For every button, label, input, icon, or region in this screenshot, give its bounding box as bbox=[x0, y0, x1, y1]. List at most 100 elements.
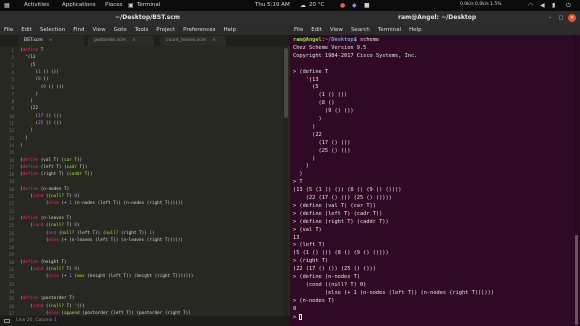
editor-menu-find[interactable]: Find bbox=[73, 27, 84, 33]
line-number: 27 bbox=[8, 237, 14, 243]
editor-titlebar[interactable]: ~/Desktop/BST.scm bbox=[0, 11, 290, 25]
line-number: 24 bbox=[8, 215, 14, 221]
line-number: 23 bbox=[8, 208, 14, 214]
terminal-menu-search[interactable]: Search bbox=[351, 27, 370, 33]
places-menu[interactable]: Places bbox=[105, 2, 123, 8]
code-line: (9 () ()) bbox=[20, 84, 64, 90]
panel-toggle-icon[interactable] bbox=[4, 318, 10, 323]
terminal-menu-edit[interactable]: Edit bbox=[311, 27, 322, 33]
line-number: 36 bbox=[8, 303, 14, 309]
code-line: (22 bbox=[20, 106, 39, 112]
editor-scroll-thumb[interactable] bbox=[283, 48, 288, 118]
terminal-line: (22 bbox=[293, 131, 322, 138]
line-number: 1 bbox=[11, 48, 14, 53]
tab-close-icon[interactable]: × bbox=[212, 38, 216, 43]
maximize-icon[interactable]: □ bbox=[557, 14, 565, 22]
terminal-titlebar[interactable]: ram@Angel: ~/Desktop – □ × bbox=[290, 11, 580, 25]
terminal-output[interactable]: ram@Angel:~/Desktop$ scheme Chez Scheme V… bbox=[290, 35, 573, 326]
editor-menu-preferences[interactable]: Preferences bbox=[183, 27, 215, 33]
line-number: 28 bbox=[8, 245, 14, 251]
terminal-window: ram@Angel: ~/Desktop – □ × File Edit View S… bbox=[290, 11, 580, 326]
line-number: 5 bbox=[11, 77, 14, 83]
terminal-line: ) bbox=[293, 155, 316, 162]
line-number: 6 bbox=[11, 84, 14, 90]
code-line: (cond ((null? T) 0) bbox=[20, 194, 80, 199]
terminal-title: ram@Angel: ~/Desktop bbox=[398, 14, 477, 21]
terminal-line: (cond ((null? T) 0) bbox=[293, 281, 367, 288]
code-line: (else (+ 1 (max (height (left T)) (heigh… bbox=[20, 274, 194, 280]
editor-tab[interactable]: postorder.scm × bbox=[88, 36, 154, 46]
clock[interactable]: Thu 5:19 AM bbox=[255, 2, 290, 8]
line-number: 4 bbox=[11, 69, 14, 75]
chrome-icon[interactable]: ● bbox=[340, 2, 345, 9]
editor-menu-file[interactable]: File bbox=[4, 27, 13, 33]
terminal-scroll-thumb[interactable] bbox=[575, 235, 578, 325]
line-number: 11 bbox=[8, 121, 14, 126]
terminal-line: ) bbox=[293, 163, 309, 170]
tray-icon[interactable]: ■ bbox=[364, 2, 370, 9]
editor-menu-goto[interactable]: Goto bbox=[114, 27, 127, 33]
terminal-line: (5 (1 () ()) (8 () (9 () ()))) bbox=[293, 250, 389, 257]
line-number: 2 bbox=[11, 55, 14, 61]
terminal-line: (9 () ()) bbox=[293, 108, 354, 115]
line-number: 17 bbox=[8, 164, 14, 170]
code-line: (8 () bbox=[20, 77, 49, 83]
temperature[interactable]: 20 °C bbox=[309, 2, 324, 8]
editor-tabbar: BST.scm × postorder.scm × count_leaves.scm × bbox=[0, 35, 290, 46]
line-number: 29 bbox=[8, 252, 14, 258]
line-number: 14 bbox=[8, 142, 14, 148]
code-line: (define (postorder T) bbox=[20, 296, 75, 302]
line-number: 13 bbox=[8, 135, 14, 141]
volume-icon[interactable]: ◀ bbox=[540, 2, 545, 9]
terminal-menubar: File Edit View Search Terminal Help bbox=[290, 25, 580, 35]
terminal-line: ) bbox=[293, 123, 316, 130]
editor-tab[interactable]: BST.scm × bbox=[18, 36, 84, 46]
terminal-menu-file[interactable]: File bbox=[294, 27, 303, 33]
text-cursor bbox=[299, 313, 303, 320]
terminal-line: (5 bbox=[293, 84, 319, 91]
activities-button[interactable]: Activities bbox=[24, 2, 49, 8]
battery-icon[interactable]: ▮ bbox=[552, 2, 555, 9]
editor-menu-project[interactable]: Project bbox=[156, 27, 175, 33]
tab-label: BST.scm bbox=[24, 38, 43, 43]
network-icon[interactable]: ◆ bbox=[352, 2, 357, 9]
terminal-line: (22 (17 () ()) (25 () ()))) bbox=[293, 195, 392, 201]
code-area[interactable]: (define T '(13 (5 (1 () ()) (8 () (9 () … bbox=[20, 46, 278, 316]
editor-window: ~/Desktop/BST.scm File Edit Selection Find V… bbox=[0, 11, 290, 326]
minimize-icon[interactable]: – bbox=[546, 14, 554, 22]
terminal-menu-help[interactable]: Help bbox=[409, 27, 422, 33]
tab-label: count_leaves.scm bbox=[166, 38, 207, 43]
terminal-line: '(13 bbox=[293, 76, 319, 83]
line-number: 30 bbox=[8, 259, 14, 265]
code-line: (cond ((null? T) '()) bbox=[20, 303, 85, 309]
terminal-line: (22 (17 () ()) (25 () ())) bbox=[293, 266, 376, 273]
editor-menu-selection[interactable]: Selection bbox=[40, 27, 65, 33]
editor-menu-help[interactable]: Help bbox=[223, 27, 236, 33]
wifi-icon[interactable]: ◠ bbox=[528, 2, 533, 9]
menu-icon[interactable]: ▦ bbox=[4, 2, 10, 9]
editor-tab[interactable]: count_leaves.scm × bbox=[160, 36, 226, 46]
terminal-scrollbar[interactable] bbox=[574, 35, 579, 326]
power-icon[interactable]: ⏻ bbox=[566, 2, 571, 10]
terminal-menu-view[interactable]: View bbox=[330, 27, 343, 33]
terminal-line: > (right T) bbox=[293, 258, 329, 265]
editor-scrollbar[interactable] bbox=[283, 46, 288, 316]
line-number: 7 bbox=[11, 91, 14, 97]
code-line: ) bbox=[20, 135, 28, 141]
close-icon[interactable]: × bbox=[568, 14, 576, 22]
tab-close-icon[interactable]: × bbox=[132, 38, 136, 43]
terminal-menu-terminal[interactable]: Terminal bbox=[378, 27, 401, 33]
tab-close-icon[interactable]: × bbox=[49, 38, 53, 43]
applications-menu[interactable]: Applications bbox=[62, 2, 96, 8]
terminal-line: (25 () ()) bbox=[293, 147, 351, 154]
editor-menu-tools[interactable]: Tools bbox=[135, 27, 149, 33]
line-number: 35 bbox=[8, 296, 14, 302]
line-number: 19 bbox=[8, 179, 14, 185]
editor-menu-edit[interactable]: Edit bbox=[21, 27, 32, 33]
code-line: (else (+ (n-leaves (left T)) (n-leaves (… bbox=[20, 237, 184, 243]
terminal-line: > (define T bbox=[293, 68, 329, 75]
terminal-line: 13 bbox=[293, 234, 300, 241]
terminal-app-menu[interactable]: Terminal bbox=[137, 2, 160, 8]
editor-menu-view[interactable]: View bbox=[93, 27, 106, 33]
terminal-line: > (val T) bbox=[293, 226, 322, 233]
